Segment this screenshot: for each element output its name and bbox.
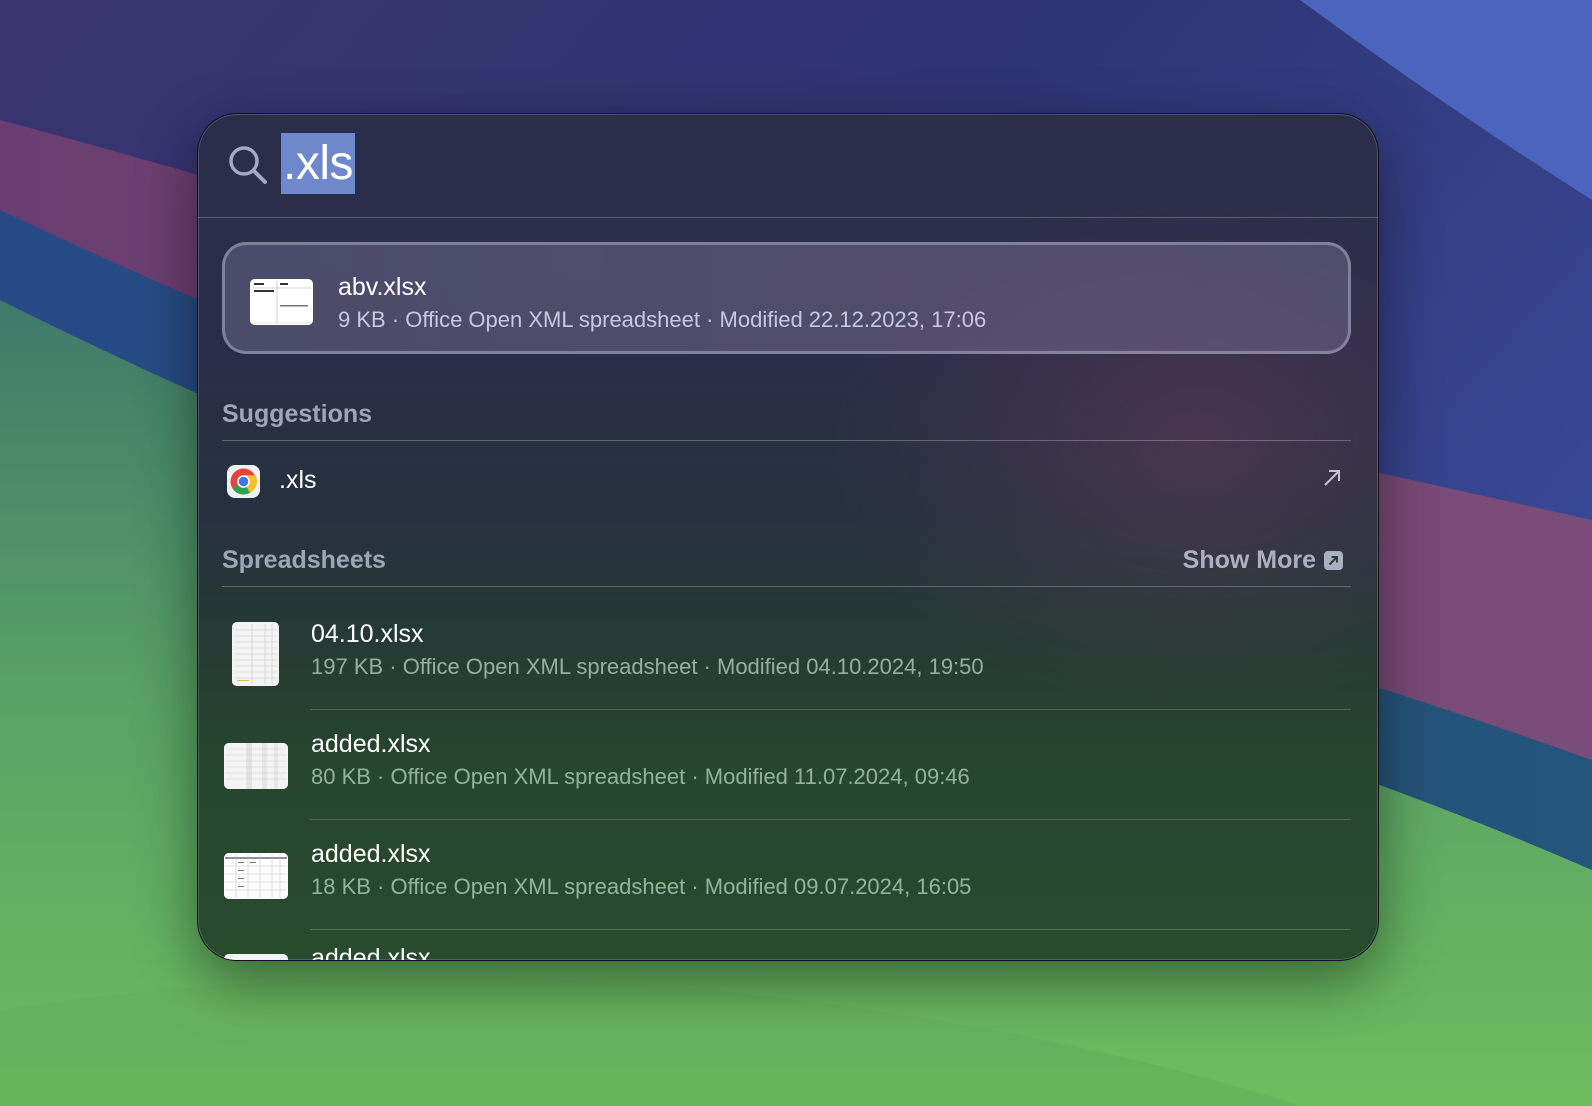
file-name: added.xlsx bbox=[311, 840, 431, 868]
show-more-button[interactable]: Show More bbox=[1183, 546, 1343, 575]
open-external-icon bbox=[1324, 551, 1343, 570]
spotlight-panel: .xls abv.xlsx 9 KB · Office Open XML spr… bbox=[197, 113, 1379, 961]
file-meta: 197 KB · Office Open XML spreadsheet · M… bbox=[311, 654, 984, 679]
file-meta: 18 KB · Office Open XML spreadsheet · Mo… bbox=[311, 874, 972, 899]
search-icon bbox=[229, 146, 267, 184]
search-bar[interactable]: .xls bbox=[198, 114, 1378, 218]
section-label-spreadsheets: Spreadsheets bbox=[222, 546, 386, 574]
spreadsheets-header: Spreadsheets Show More bbox=[222, 540, 1351, 587]
file-name: 04.10.xlsx bbox=[311, 620, 424, 648]
top-hit-result[interactable]: abv.xlsx 9 KB · Office Open XML spreadsh… bbox=[222, 242, 1351, 354]
chrome-icon bbox=[227, 465, 260, 498]
spreadsheet-thumbnail-icon bbox=[232, 622, 279, 686]
file-row[interactable]: added.xlsx 18 KB · Office Open XML sprea… bbox=[222, 820, 1351, 930]
top-hit-name: abv.xlsx bbox=[338, 273, 427, 301]
suggestion-item[interactable]: .xls bbox=[222, 451, 1351, 511]
spreadsheet-thumbnail-icon bbox=[224, 853, 288, 899]
section-label-suggestions: Suggestions bbox=[222, 400, 373, 428]
file-name: added.xlsx bbox=[311, 730, 431, 758]
file-meta: 80 KB · Office Open XML spreadsheet · Mo… bbox=[311, 764, 970, 789]
file-name: added.xlsx bbox=[311, 944, 431, 961]
suggestion-text: .xls bbox=[279, 466, 317, 494]
search-input[interactable]: .xls bbox=[281, 133, 355, 194]
arrow-up-right-icon[interactable] bbox=[1321, 467, 1343, 489]
spreadsheet-thumbnail-icon bbox=[224, 954, 288, 960]
file-row[interactable]: 04.10.xlsx 197 KB · Office Open XML spre… bbox=[222, 600, 1351, 710]
file-row[interactable]: added.xlsx bbox=[222, 930, 1351, 961]
spreadsheet-thumbnail-icon bbox=[224, 743, 288, 789]
spreadsheet-thumbnail-icon bbox=[250, 279, 313, 325]
show-more-label: Show More bbox=[1182, 546, 1316, 574]
file-row[interactable]: added.xlsx 80 KB · Office Open XML sprea… bbox=[222, 710, 1351, 820]
suggestions-header: Suggestions bbox=[222, 394, 1351, 441]
top-hit-meta: 9 KB · Office Open XML spreadsheet · Mod… bbox=[338, 307, 987, 332]
